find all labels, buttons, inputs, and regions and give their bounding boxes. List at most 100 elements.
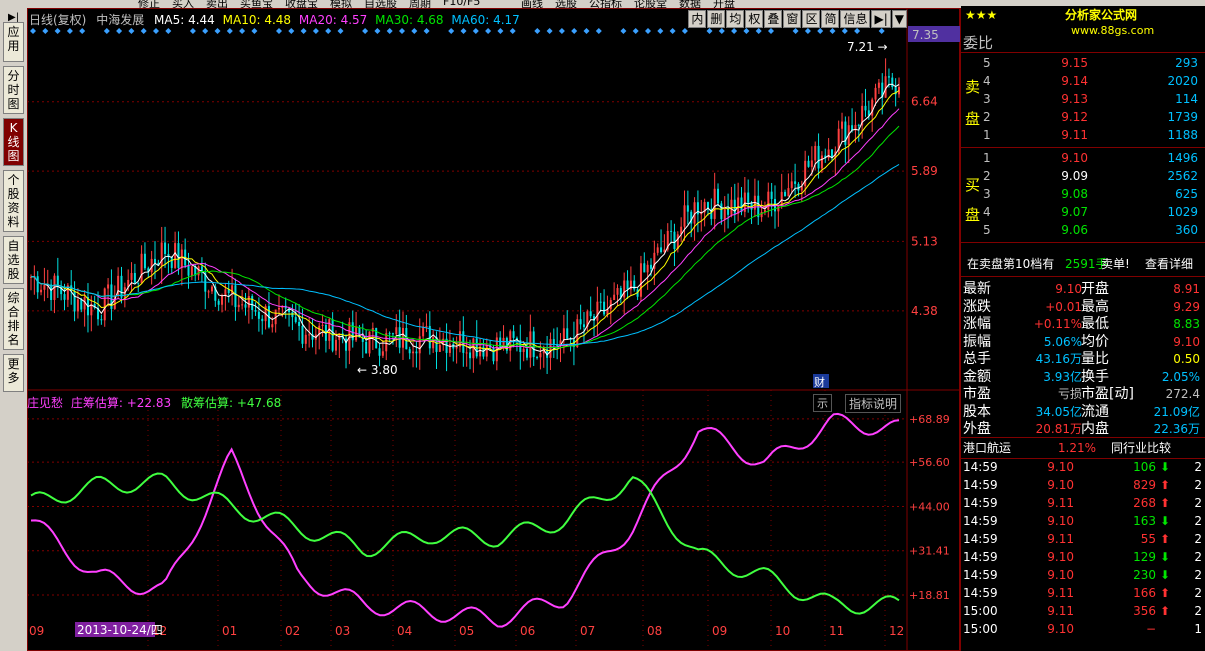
tick-time: 14:59 [963, 550, 998, 564]
candle-body [492, 347, 495, 362]
signal-diamond [804, 28, 811, 34]
candle-body [465, 352, 468, 354]
candle-body [207, 291, 210, 293]
toolbar-item[interactable]: 周期 [409, 0, 431, 8]
toolbar-item[interactable]: 公指标 [589, 0, 622, 8]
divider [961, 276, 1205, 277]
candle-body [43, 284, 46, 290]
chart-tool-button[interactable]: 信息 [840, 10, 871, 28]
candle-body [301, 325, 304, 344]
candle-body [633, 280, 636, 290]
signal-diamond [509, 28, 516, 34]
sector-name[interactable]: 港口航运 [963, 439, 1011, 457]
stat-row: 金额 3.93亿 换手 2.05% [961, 368, 1205, 386]
candle-body [562, 328, 565, 341]
cursor-date-label: 2013-10-24/四 [77, 623, 163, 637]
left-tab[interactable]: 综合排名 [3, 288, 24, 350]
notice-warning: 卖单! [1101, 257, 1130, 271]
sector-row: 港口航运 1.21% 同行业比较 [961, 439, 1205, 457]
left-tab[interactable]: 个股资料 [3, 170, 24, 232]
stat-label2: 市盈[动] [1081, 386, 1134, 402]
chart-tool-button[interactable]: 删 [707, 10, 726, 28]
chart-tool-button[interactable]: 叠 [764, 10, 783, 28]
candle-body [234, 285, 237, 308]
compare-button[interactable]: 同行业比较 [1111, 439, 1171, 457]
tick-volume: 166 [1133, 586, 1156, 600]
signal-diamond [878, 28, 885, 34]
tick-price: 9.10 [1047, 622, 1074, 636]
candle-body [841, 121, 844, 129]
notice-detail-link[interactable]: 查看详细 [1145, 255, 1193, 273]
toolbar-item[interactable]: 数据 [679, 0, 701, 8]
tick-volume: 55 [1140, 532, 1156, 546]
stat-row: 外盘 20.81万 内盘 22.36万 [961, 420, 1205, 438]
tick-volume: 106 [1133, 460, 1156, 474]
tick-time: 15:00 [963, 604, 998, 618]
candle-body [760, 211, 763, 218]
toolbar-item[interactable]: 买鱼宝 [240, 0, 273, 8]
toolbar-item[interactable]: 卖出 [206, 0, 228, 8]
candle-body [143, 253, 146, 269]
toolbar-item[interactable]: 选股 [555, 0, 577, 8]
tick-count: 2 [1194, 568, 1202, 582]
chart-tool-button[interactable]: ▼ [891, 10, 907, 28]
ma5-line [30, 83, 900, 356]
tick-count: 2 [1194, 550, 1202, 564]
toolbar-item[interactable]: 买入 [172, 0, 194, 8]
toolbar-item[interactable]: 论股堂 [634, 0, 667, 8]
toolbar-item[interactable]: 收盘宝 [285, 0, 318, 8]
stat-value2: 22.36万 [1153, 422, 1200, 436]
chart-tool-button[interactable]: ▶| [871, 10, 891, 28]
indicator-help-button[interactable]: 指标说明 [845, 394, 902, 413]
toolbar-item[interactable]: 自选股 [364, 0, 397, 8]
buy-row: 1 9.10 1496 [961, 149, 1205, 167]
left-tab[interactable]: 更多 [3, 354, 24, 392]
candle-body [244, 304, 247, 308]
tick-volume: 230 [1133, 568, 1156, 582]
tick-volume: 356 [1133, 604, 1156, 618]
indicator-name[interactable]: 庄见愁 [27, 396, 63, 410]
stat-label: 市盈 [963, 386, 991, 402]
tick-price: 9.11 [1047, 496, 1074, 510]
arrow-down-icon: ⬇ [1159, 514, 1170, 528]
stat-row: 振幅 5.06% 均价 9.10 [961, 333, 1205, 351]
tick-price: 9.10 [1047, 550, 1074, 564]
candle-body [257, 311, 260, 319]
candle-body [425, 325, 428, 327]
toolbar-item[interactable]: F10/F5 [443, 0, 480, 8]
chart-tool-button[interactable]: 简 [821, 10, 840, 28]
price-axis-label: 4.38 [911, 304, 938, 318]
toolbar-item[interactable]: 画线 [521, 0, 543, 8]
tick-row: 15:00 9.10 − 1 [961, 620, 1205, 638]
cai-badge: 财 [814, 375, 825, 389]
left-tab[interactable]: 自选股 [3, 236, 24, 284]
toolbar-item[interactable]: 修正 [138, 0, 160, 8]
indicator-show-button[interactable]: 示 [813, 394, 832, 412]
candle-body [613, 294, 616, 301]
left-tab[interactable]: 应用 [3, 22, 24, 62]
signal-diamond [731, 28, 738, 34]
toolbar-item[interactable]: 模拟 [330, 0, 352, 8]
candle-body [857, 124, 860, 126]
chart-tool-button[interactable]: 内 [688, 10, 707, 28]
chart-tool-button[interactable]: 区 [802, 10, 821, 28]
signal-diamond [202, 28, 209, 34]
tick-count: 2 [1194, 586, 1202, 600]
left-tab[interactable]: 分时图 [3, 66, 24, 114]
candle-body [130, 272, 133, 280]
candle-body [549, 339, 552, 358]
candle-body [790, 181, 793, 189]
left-tab[interactable]: K线图 [3, 118, 24, 166]
date-axis-label: 06 [520, 624, 535, 638]
buy-label2: 盘 [961, 206, 1205, 224]
chart-area[interactable]: 7.35 6.64 5.89 5.13 4.38 09 12 01 02 03 04 05 06 07 08… [27, 8, 960, 651]
chart-tool-button[interactable]: 窗 [783, 10, 802, 28]
tick-count: 2 [1194, 532, 1202, 546]
signal-diamond [153, 28, 159, 34]
candle-body [164, 242, 167, 255]
toolbar-item[interactable]: 开盘 [713, 0, 735, 8]
chart-svg[interactable]: 7.35 6.64 5.89 5.13 4.38 09 12 01 02 03 04 05 06 07 08… [27, 8, 960, 651]
sell-row: 1 9.11 1188 [961, 126, 1205, 144]
chart-tool-button[interactable]: 权 [745, 10, 764, 28]
chart-tool-button[interactable]: 均 [726, 10, 745, 28]
